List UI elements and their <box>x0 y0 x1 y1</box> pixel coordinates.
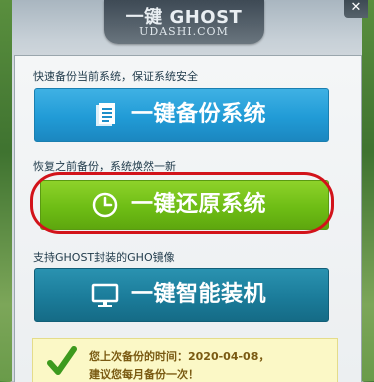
backup-notice: 您上次备份的时间：2020-04-08， 建议您每月备份一次！ <box>32 338 338 382</box>
backup-description: 快速备份当前系统，保证系统安全 <box>33 70 198 83</box>
window-frame-right <box>362 0 374 381</box>
checkmark-icon <box>47 346 77 375</box>
highlight-ring <box>30 172 334 234</box>
close-icon: ✕ <box>350 0 362 15</box>
monitor-icon <box>91 283 119 307</box>
close-button[interactable]: ✕ <box>344 0 368 18</box>
backup-suggestion: 建议您每月备份一次！ <box>89 368 199 381</box>
app-logo: 一键 GHOST UDASHI.COM <box>104 0 264 44</box>
backup-system-button[interactable]: 一键备份系统 <box>34 88 329 142</box>
smart-install-label: 一键智能装机 <box>131 282 267 307</box>
backup-system-label: 一键备份系统 <box>131 102 267 127</box>
document-icon <box>96 103 115 126</box>
install-description: 支持GHOST封装的GHO镜像 <box>33 251 175 264</box>
app-subtitle: UDASHI.COM <box>139 25 229 38</box>
window-frame-left <box>0 0 12 381</box>
app-window: 一键 GHOST UDASHI.COM ✕ 快速备份当前系统，保证系统安全 一键… <box>0 0 374 382</box>
last-backup-time: 您上次备份的时间：2020-04-08， <box>89 350 270 363</box>
smart-install-button[interactable]: 一键智能装机 <box>34 268 329 322</box>
